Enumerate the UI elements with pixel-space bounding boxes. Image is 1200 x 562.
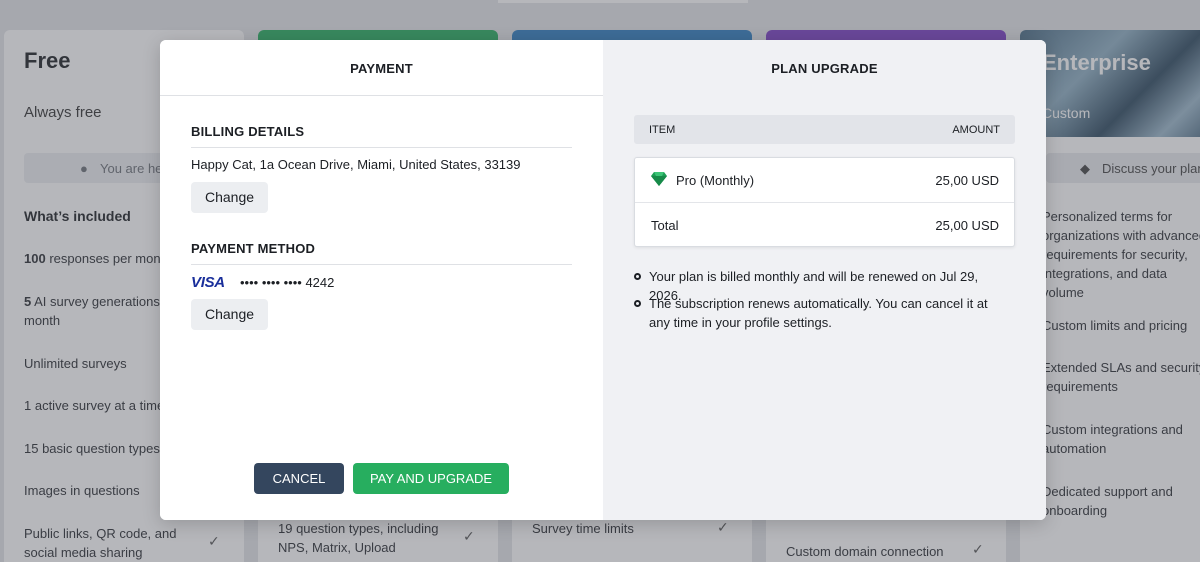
- payment-panel: PAYMENT BILLING DETAILS Happy Cat, 1a Oc…: [160, 40, 603, 520]
- item-name: Pro (Monthly): [676, 173, 755, 188]
- column-amount: AMOUNT: [952, 124, 1000, 136]
- bullet-icon: [634, 273, 641, 280]
- renewal-note: The subscription renews automatically. Y…: [649, 296, 988, 330]
- bullet-icon: [634, 300, 641, 307]
- plan-upgrade-panel: PLAN UPGRADE ITEM AMOUNT Pro (Monthly) 2…: [603, 40, 1046, 520]
- column-item: ITEM: [649, 124, 676, 136]
- table-header: ITEM AMOUNT: [634, 115, 1015, 144]
- table-row-total: Total 25,00 USD: [635, 203, 1014, 247]
- order-table: Pro (Monthly) 25,00 USD Total 25,00 USD: [634, 157, 1015, 247]
- change-billing-button[interactable]: Change: [191, 182, 268, 213]
- pay-and-upgrade-button[interactable]: PAY AND UPGRADE: [353, 463, 509, 494]
- change-payment-button[interactable]: Change: [191, 299, 268, 330]
- total-amount: 25,00 USD: [935, 218, 999, 233]
- visa-logo: VISA: [191, 274, 225, 291]
- table-row: Pro (Monthly) 25,00 USD: [635, 158, 1014, 203]
- billing-address: Happy Cat, 1a Ocean Drive, Miami, United…: [191, 157, 521, 172]
- upgrade-modal: PAYMENT BILLING DETAILS Happy Cat, 1a Oc…: [160, 40, 1046, 520]
- billing-details-title: BILLING DETAILS: [191, 124, 305, 139]
- plan-upgrade-heading: PLAN UPGRADE: [603, 40, 1046, 96]
- divider: [191, 147, 572, 148]
- divider: [191, 264, 572, 265]
- diamond-icon: [651, 172, 667, 186]
- payment-heading: PAYMENT: [160, 40, 603, 96]
- item-amount: 25,00 USD: [935, 173, 999, 188]
- card-number: •••• •••• •••• 4242: [240, 275, 335, 290]
- payment-method-title: PAYMENT METHOD: [191, 241, 316, 256]
- cancel-button[interactable]: CANCEL: [254, 463, 344, 494]
- total-label: Total: [651, 218, 679, 233]
